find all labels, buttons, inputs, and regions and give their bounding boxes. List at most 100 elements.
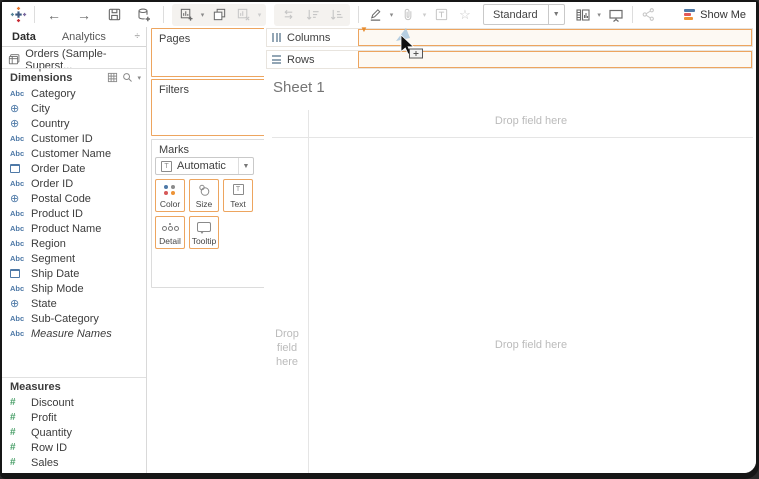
fit-selector-caret-icon[interactable]: ▼ (547, 5, 564, 24)
drop-field-zone-top[interactable]: Drop field here (309, 115, 753, 127)
detail-icon (161, 222, 179, 231)
field-row[interactable]: Segment (2, 251, 145, 266)
shelf-pane: Pages Filters Marks T Automatic ▼ Color (147, 27, 266, 473)
search-icon[interactable] (122, 72, 133, 83)
group-dropdown-caret[interactable]: ▾ (420, 11, 429, 19)
redo-button[interactable]: → (72, 4, 96, 26)
clear-sheet-button[interactable] (231, 4, 255, 26)
globe-icon (10, 102, 31, 115)
row-header-gridline (308, 110, 309, 473)
field-row[interactable]: Ship Date (2, 266, 145, 281)
rows-shelf-dropzone[interactable] (358, 51, 752, 68)
field-row[interactable]: Order ID (2, 176, 145, 191)
sort-descending-button[interactable] (324, 4, 348, 26)
field-row[interactable]: Discount (2, 395, 145, 410)
cal-icon (10, 269, 31, 278)
tableau-logo-icon[interactable] (6, 4, 30, 26)
data-pane: Data Analytics ÷ Orders (Sample-Superst.… (2, 27, 147, 473)
field-row[interactable]: Product Name (2, 221, 145, 236)
globe-icon (10, 192, 31, 205)
cards-dropdown-caret[interactable]: ▾ (595, 11, 604, 19)
text-button[interactable]: T Text (223, 179, 253, 212)
share-icon (642, 8, 655, 21)
field-row[interactable]: Quantity (2, 425, 145, 440)
mark-type-caret-icon[interactable]: ▼ (238, 158, 253, 174)
data-source-item[interactable]: Orders (Sample-Superst... (2, 48, 146, 72)
view-as-grid-icon[interactable] (107, 72, 118, 83)
sheet-actions-group: ▾ ▾ (172, 3, 266, 26)
num-icon (10, 412, 31, 423)
text-label: Text (230, 199, 246, 209)
save-button[interactable] (102, 4, 126, 26)
mark-type-dropdown[interactable]: T Automatic ▼ (155, 157, 254, 175)
drop-field-zone-left[interactable]: Drop field here (266, 327, 308, 369)
rows-shelf-row: Rows (266, 50, 753, 69)
dimensions-list: Category City Country Customer ID Custom… (2, 86, 145, 341)
columns-shelf-dropzone[interactable]: ▼ (358, 26, 752, 46)
data-source-icon (138, 8, 150, 21)
color-button[interactable]: Color (155, 179, 185, 212)
new-worksheet-dropdown-caret[interactable]: ▾ (198, 11, 207, 19)
field-row[interactable]: Customer Name (2, 146, 145, 161)
show-hide-cards-button[interactable] (571, 4, 595, 26)
field-row[interactable]: Product ID (2, 206, 145, 221)
presentation-mode-button[interactable] (604, 4, 628, 26)
field-row[interactable]: City (2, 101, 145, 116)
field-row[interactable]: Order Date (2, 161, 145, 176)
filters-shelf[interactable]: Filters (151, 79, 266, 136)
undo-button[interactable]: ← (42, 4, 66, 26)
field-row[interactable]: Ship Mode (2, 281, 145, 296)
field-row[interactable]: Region (2, 236, 145, 251)
marks-card: Marks T Automatic ▼ Color Size T Text De… (151, 139, 266, 288)
dimensions-menu-caret-icon[interactable]: ▾ (137, 74, 141, 82)
tooltip-button[interactable]: Tooltip (189, 216, 219, 249)
fix-axes-pin-icon[interactable]: ☆ (453, 4, 477, 26)
clear-sheet-dropdown-caret[interactable]: ▾ (255, 11, 264, 19)
field-row[interactable]: Measure Names (2, 326, 145, 341)
field-row[interactable]: Postal Code (2, 191, 145, 206)
duplicate-sheet-button[interactable] (207, 4, 231, 26)
fit-selector[interactable]: Standard ▼ (483, 4, 565, 25)
abc-icon (10, 254, 31, 263)
share-button[interactable] (637, 4, 661, 26)
tab-data[interactable]: Data (2, 31, 46, 43)
num-icon (10, 397, 31, 408)
filters-label: Filters (159, 84, 189, 96)
field-row[interactable]: Customer ID (2, 131, 145, 146)
highlight-button[interactable] (363, 4, 387, 26)
new-worksheet-button[interactable] (174, 4, 198, 26)
pages-shelf[interactable]: Pages (151, 28, 266, 77)
mark-type-value: Automatic (177, 160, 226, 172)
abc-icon (10, 149, 31, 158)
drop-field-zone-center[interactable]: Drop field here (309, 339, 753, 351)
mark-type-T-icon: T (161, 160, 172, 172)
field-row[interactable]: State (2, 296, 145, 311)
sort-ascending-button[interactable] (300, 4, 324, 26)
size-button[interactable]: Size (189, 179, 219, 212)
measures-header: Measures (2, 377, 146, 395)
field-row[interactable]: Profit (2, 410, 145, 425)
sheet-title[interactable]: Sheet 1 (273, 79, 325, 96)
swap-rows-columns-button[interactable] (276, 4, 300, 26)
group-members-button[interactable] (396, 4, 420, 26)
app-window-frame: ← → ▾ ▾ ▾ ▾ ☆ Standard ▼ ▾ Show Me Data … (0, 0, 759, 479)
show-mark-labels-button[interactable] (429, 4, 453, 26)
toolbar-separator (631, 6, 633, 23)
field-row[interactable]: Category (2, 86, 145, 101)
pane-options-icon[interactable]: ÷ (135, 31, 147, 42)
abc-icon (10, 239, 31, 248)
field-row[interactable]: Country (2, 116, 145, 131)
cards-icon (576, 8, 590, 21)
highlight-dropdown-caret[interactable]: ▾ (387, 11, 396, 19)
detail-button[interactable]: Detail (155, 216, 185, 249)
field-row[interactable]: Sub-Category (2, 311, 145, 326)
worksheet-canvas: Columns ▼ Rows Sheet 1 Drop field here D… (264, 26, 756, 473)
abc-icon (10, 134, 31, 143)
rows-shelf-label: Rows (267, 51, 358, 68)
forward-arrow-icon: → (77, 6, 91, 23)
field-row[interactable]: Sales (2, 455, 145, 470)
field-row[interactable]: Row ID (2, 440, 145, 455)
tab-analytics[interactable]: Analytics (46, 31, 116, 43)
show-me-button[interactable]: Show Me (684, 9, 756, 21)
new-data-source-button[interactable] (132, 4, 156, 26)
